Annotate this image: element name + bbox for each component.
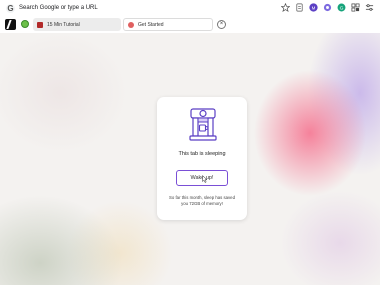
tab-favicon-icon <box>37 21 43 28</box>
tab-strip: 15 Min Tutorial Get Started × <box>0 17 380 33</box>
sleeping-tab-card: This tab is sleeping Wake up! So far thi… <box>157 97 247 220</box>
toolbar-icons: M G <box>281 3 374 12</box>
browser-logo-icon[interactable] <box>5 19 16 30</box>
share-icon[interactable] <box>295 3 304 12</box>
coffee-machine-icon <box>189 108 217 141</box>
memory-saved-message: So far this month, sleep has saved you 7… <box>169 195 235 206</box>
svg-text:M: M <box>312 5 316 10</box>
sleeping-message: This tab is sleeping <box>178 151 226 157</box>
google-icon: G <box>6 4 15 13</box>
extension-icon[interactable] <box>323 3 332 12</box>
address-bar[interactable]: G Search Google or type a URL M G <box>0 0 380 17</box>
tab-favicon-icon <box>128 21 134 28</box>
settings-icon[interactable] <box>365 3 374 12</box>
svg-text:G: G <box>340 5 344 11</box>
close-tab-icon[interactable]: × <box>217 20 226 29</box>
url-input[interactable]: Search Google or type a URL <box>19 4 98 13</box>
tab-get-started[interactable]: Get Started <box>123 18 213 31</box>
tab-15-min-tutorial[interactable]: 15 Min Tutorial <box>33 18 121 31</box>
grammarly-icon[interactable]: G <box>337 3 346 12</box>
space-indicator-icon[interactable] <box>21 20 29 28</box>
profile-icon[interactable]: M <box>309 3 318 12</box>
tab-label: Get Started <box>138 21 164 28</box>
puzzle-icon[interactable] <box>351 3 360 12</box>
star-icon[interactable] <box>281 3 290 12</box>
tab-label: 15 Min Tutorial <box>47 21 80 28</box>
mouse-cursor-icon <box>202 175 208 183</box>
